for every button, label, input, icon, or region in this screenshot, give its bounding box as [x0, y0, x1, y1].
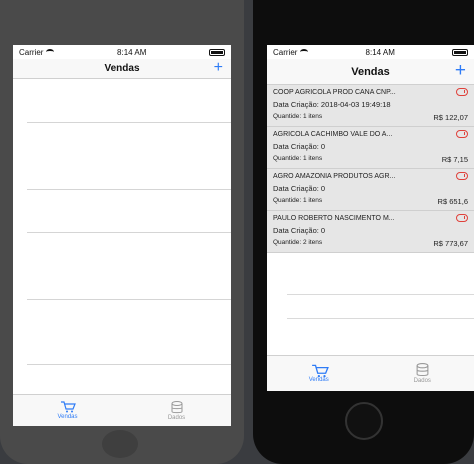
carrier: Carrier	[273, 47, 309, 57]
battery-icon	[452, 48, 468, 56]
status-time: 8:14 AM	[365, 47, 395, 57]
tab-label: Dados	[167, 414, 186, 421]
database-icon	[171, 400, 183, 414]
row-separator	[27, 189, 231, 190]
status-bar: Carrier 8:14 AM	[13, 45, 231, 59]
sales-list[interactable]	[13, 79, 231, 404]
home-button[interactable]	[102, 430, 138, 458]
sale-row[interactable]: COOP AGRICOLA PROD CANA CNP... Data Cria…	[267, 85, 474, 127]
sale-total: R$ 651,6	[437, 197, 468, 206]
database-icon	[416, 363, 429, 377]
sale-summary: Quantide: 1 itens R$ 7,15	[273, 155, 468, 164]
sale-quantity: Quantide: 1 itens	[273, 113, 323, 120]
add-sale-button[interactable]: +	[214, 59, 223, 77]
sale-row[interactable]: PAULO ROBERTO NASCIMENTO M... Data Criaç…	[267, 211, 474, 253]
carrier-label: Carrier	[19, 47, 44, 57]
tab-dados[interactable]: Dados	[371, 356, 474, 391]
sale-summary: Quantide: 2 itens R$ 773,67	[273, 239, 468, 248]
sale-created-date: Data Criação: 0	[273, 226, 326, 235]
page-title: Vendas	[351, 65, 390, 78]
row-separator	[27, 364, 231, 365]
nav-bar: Vendas +	[267, 59, 474, 85]
sale-customer-name: COOP AGRICOLA PROD CANA CNP...	[273, 89, 396, 96]
home-button[interactable]	[345, 402, 383, 440]
sale-quantity: Quantide: 1 itens	[273, 155, 323, 162]
screen-left: Carrier 8:14 AM Vendas + Vendas Dados	[13, 45, 231, 426]
wifi-icon	[46, 49, 55, 55]
phone-right: Carrier 8:14 AM Vendas + COOP AGRICOLA P…	[253, 0, 474, 464]
sale-quantity: Quantide: 1 itens	[273, 197, 323, 204]
status-time: 8:14 AM	[117, 47, 147, 57]
sale-customer-name: AGRICOLA CACHIMBO VALE DO A...	[273, 131, 393, 138]
sales-list[interactable]: COOP AGRICOLA PROD CANA CNP... Data Cria…	[267, 85, 474, 348]
sale-summary: Quantide: 1 itens R$ 122,07	[273, 113, 468, 122]
row-separator	[27, 299, 231, 300]
phone-left: Carrier 8:14 AM Vendas + Vendas Dados	[0, 0, 244, 464]
tab-vendas[interactable]: Vendas	[13, 395, 122, 426]
cart-icon	[60, 401, 76, 413]
carrier-label: Carrier	[273, 47, 298, 57]
tab-label: Dados	[413, 378, 431, 384]
nav-bar: Vendas +	[13, 59, 231, 79]
tab-bar: Vendas Dados	[267, 355, 474, 391]
sale-summary: Quantide: 1 itens R$ 651,6	[273, 197, 468, 206]
add-sale-button[interactable]: +	[455, 59, 466, 83]
screen-right: Carrier 8:14 AM Vendas + COOP AGRICOLA P…	[267, 45, 474, 391]
cloud-sync-error-icon[interactable]	[456, 214, 468, 222]
cart-icon	[311, 364, 329, 378]
cloud-sync-error-icon[interactable]	[456, 130, 468, 138]
row-separator	[287, 318, 474, 319]
cloud-sync-error-icon[interactable]	[456, 172, 468, 180]
tab-vendas[interactable]: Vendas	[267, 356, 371, 391]
sale-row[interactable]: AGRO AMAZONIA PRODUTOS AGR... Data Criaç…	[267, 169, 474, 211]
sale-total: R$ 122,07	[433, 113, 468, 122]
status-bar: Carrier 8:14 AM	[267, 45, 474, 59]
tab-label: Vendas	[57, 414, 78, 420]
sale-customer-name: AGRO AMAZONIA PRODUTOS AGR...	[273, 173, 396, 180]
carrier: Carrier	[19, 47, 55, 57]
sale-created-date: Data Criação: 0	[273, 142, 326, 151]
page-title: Vendas	[104, 63, 140, 74]
sale-created-date: Data Criação: 0	[273, 184, 326, 193]
row-separator	[287, 294, 474, 295]
wifi-icon	[300, 49, 309, 55]
sale-total: R$ 7,15	[441, 155, 468, 164]
sale-total: R$ 773,67	[433, 239, 468, 248]
sale-created-date: Data Criação: 2018-04-03 19:49:18	[273, 100, 391, 109]
sale-quantity: Quantide: 2 itens	[273, 239, 323, 246]
simulator-stage: Carrier 8:14 AM Vendas + Vendas Dados Ca…	[0, 0, 474, 464]
row-separator	[27, 122, 231, 123]
row-separator	[27, 232, 231, 233]
cloud-sync-error-icon[interactable]	[456, 88, 468, 96]
tab-bar: Vendas Dados	[13, 394, 231, 426]
tab-dados[interactable]: Dados	[122, 395, 231, 426]
battery-icon	[209, 48, 225, 56]
sale-row[interactable]: AGRICOLA CACHIMBO VALE DO A... Data Cria…	[267, 127, 474, 169]
sale-customer-name: PAULO ROBERTO NASCIMENTO M...	[273, 215, 395, 222]
